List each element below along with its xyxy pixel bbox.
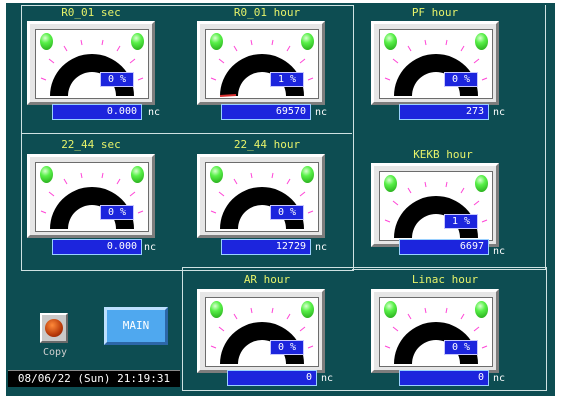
count-value: 0.000 bbox=[52, 239, 142, 255]
gauge-title: KEKB hour bbox=[413, 148, 473, 161]
copy-button[interactable] bbox=[40, 313, 68, 343]
gauge-dial bbox=[210, 172, 314, 229]
gauge-dial bbox=[210, 39, 314, 97]
gauge-face: 0 % bbox=[205, 297, 319, 367]
percent-readout: 0 % bbox=[100, 205, 134, 220]
count-unit: nc bbox=[493, 373, 506, 384]
count-value: 273 bbox=[399, 104, 489, 120]
gauge-title: PF hour bbox=[411, 6, 459, 19]
gauge-dial bbox=[384, 181, 488, 238]
percent-readout: 1 % bbox=[444, 214, 478, 229]
gauge-face: 1 % bbox=[379, 171, 493, 241]
percent-readout: 0 % bbox=[270, 205, 304, 220]
count-value: 0 bbox=[399, 370, 489, 386]
gauge-dial bbox=[384, 307, 488, 364]
gauge-dial bbox=[210, 307, 314, 364]
percent-readout: 0 % bbox=[444, 72, 478, 87]
red-knob-icon bbox=[45, 319, 63, 337]
gauge-panel: 0 % bbox=[27, 154, 155, 238]
monitor-screen: R0_01 sec 0 % 0.000 nc R0_01 hour 1 % 69… bbox=[6, 3, 555, 396]
count-value: 0.000 bbox=[52, 104, 142, 120]
count-value: 6697 bbox=[399, 239, 489, 255]
gauge-title: 22_44 hour bbox=[233, 138, 301, 151]
gauge-panel: 0 % bbox=[371, 289, 499, 373]
percent-readout: 0 % bbox=[100, 72, 134, 87]
datetime-display: 08/06/22 (Sun) 21:19:31 bbox=[8, 370, 180, 387]
count-unit: nc bbox=[493, 107, 506, 118]
gauge-dial bbox=[40, 39, 144, 96]
count-unit: nc bbox=[144, 242, 157, 253]
percent-readout: 0 % bbox=[444, 340, 478, 355]
count-unit: nc bbox=[321, 373, 334, 384]
gauge-panel: 0 % bbox=[27, 21, 155, 105]
count-value: 12729 bbox=[221, 239, 311, 255]
gauge-title: 22_44 sec bbox=[61, 138, 121, 151]
gauge-panel: 1 % bbox=[371, 163, 499, 247]
count-unit: nc bbox=[315, 242, 328, 253]
count-unit: nc bbox=[315, 107, 328, 118]
gauge-title: AR hour bbox=[243, 273, 291, 286]
gauge-title: R0_01 sec bbox=[61, 6, 121, 19]
gauge-panel: 0 % bbox=[371, 21, 499, 105]
percent-readout: 0 % bbox=[270, 340, 304, 355]
gauge-face: 0 % bbox=[205, 162, 319, 232]
count-value: 69570 bbox=[221, 104, 311, 120]
copy-label: Copy bbox=[42, 347, 68, 358]
gauge-title: R0_01 hour bbox=[233, 6, 301, 19]
gauge-face: 1 % bbox=[205, 29, 319, 99]
gauge-panel: 1 % bbox=[197, 21, 325, 105]
gauge-face: 0 % bbox=[379, 29, 493, 99]
gauge-face: 0 % bbox=[35, 162, 149, 232]
gauge-panel: 0 % bbox=[197, 289, 325, 373]
sec-hour-divider bbox=[21, 133, 352, 134]
gauge-title: Linac hour bbox=[411, 273, 479, 286]
gauge-face: 0 % bbox=[35, 29, 149, 99]
count-value: 0 bbox=[227, 370, 317, 386]
gauge-face: 0 % bbox=[379, 297, 493, 367]
count-unit: nc bbox=[493, 246, 506, 257]
gauge-dial bbox=[384, 39, 488, 96]
gauge-dial bbox=[40, 172, 144, 229]
count-unit: nc bbox=[148, 107, 161, 118]
gauge-panel: 0 % bbox=[197, 154, 325, 238]
main-button[interactable]: MAIN bbox=[104, 307, 168, 345]
percent-readout: 1 % bbox=[270, 72, 304, 87]
